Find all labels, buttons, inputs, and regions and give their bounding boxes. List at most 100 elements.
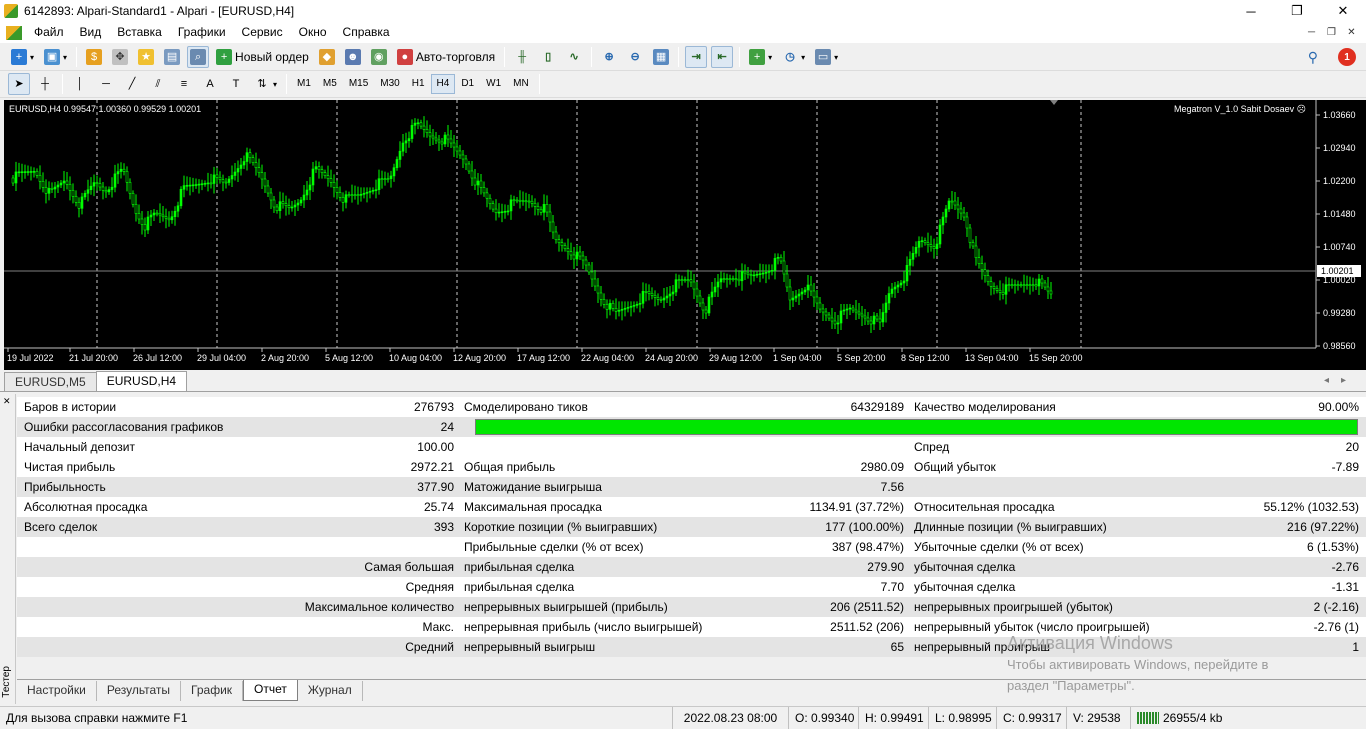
menu-window[interactable]: Окно	[291, 22, 335, 43]
candle-body	[917, 241, 921, 248]
notification-badge[interactable]: 1	[1338, 48, 1356, 66]
tab-graph[interactable]: График	[181, 681, 244, 701]
label-tool[interactable]: T	[225, 73, 247, 95]
close-button[interactable]: ✕	[1320, 0, 1366, 22]
navigator-button[interactable]: ★	[135, 46, 157, 68]
mdi-restore-icon[interactable]: ❐	[1323, 24, 1340, 40]
tab-scroll-arrows[interactable]: ◂▸	[1324, 375, 1358, 386]
editor-icon: ◆	[318, 49, 335, 65]
candle-body	[608, 303, 612, 310]
signals-icon: ◉	[370, 49, 387, 65]
date-label: 13 Sep 04:00	[965, 353, 1019, 363]
candle-body	[797, 293, 801, 297]
report-label: Баров в истории	[24, 400, 117, 414]
candles-button[interactable]: ▯	[537, 46, 559, 68]
autoscroll-button[interactable]: ⇥	[685, 46, 708, 68]
report-row: Прибыльные сделки (% от всех) 387 (98.47%…	[17, 537, 1366, 557]
date-label: 22 Aug 04:00	[581, 353, 634, 363]
candlestick-chart[interactable]: 1.036601.029401.022001.014801.007401.000…	[4, 100, 1366, 370]
candle-body	[62, 180, 66, 184]
tf-mn[interactable]: MN	[507, 74, 535, 94]
tf-w1[interactable]: W1	[480, 74, 507, 94]
templates-button[interactable]: ▭ ▾	[812, 46, 841, 68]
minimize-button[interactable]: ─	[1228, 0, 1274, 22]
tab-journal[interactable]: Журнал	[298, 681, 363, 701]
candle-body	[248, 152, 252, 158]
periods-button[interactable]: ◷ ▾	[779, 46, 808, 68]
chart-shift-button[interactable]: ⇤	[711, 46, 734, 68]
horizontal-line-tool[interactable]: ─	[95, 73, 117, 95]
candle-body	[584, 259, 588, 266]
market-watch-button[interactable]: $	[83, 46, 105, 68]
signals-button[interactable]: ◉	[368, 46, 390, 68]
tab-settings[interactable]: Настройки	[17, 681, 97, 701]
candle-body	[668, 293, 672, 297]
price-label: 1.02940	[1323, 143, 1356, 153]
tester-tabs: Настройки Результаты График Отчет Журнал	[17, 679, 1366, 701]
zoom-in-button[interactable]: ⊕	[598, 46, 620, 68]
maximize-button[interactable]: ❐	[1274, 0, 1320, 22]
terminal-button[interactable]: ▤	[161, 46, 183, 68]
zoom-out-button[interactable]: ⊖	[624, 46, 646, 68]
menu-view[interactable]: Вид	[72, 22, 110, 43]
tf-d1[interactable]: D1	[455, 74, 480, 94]
data-window-button[interactable]: ✥	[109, 46, 131, 68]
close-panel-icon[interactable]: ✕	[3, 396, 11, 407]
search-icon[interactable]: ⚲	[1308, 49, 1318, 66]
candle-body	[887, 293, 891, 304]
new-chart-button[interactable]: + ▾	[8, 46, 37, 68]
fibonacci-tool[interactable]: ≡	[173, 73, 195, 95]
menu-help[interactable]: Справка	[335, 22, 398, 43]
candle-body	[719, 278, 723, 283]
profiles-button[interactable]: ▣ ▾	[41, 46, 70, 68]
indicators-icon: +	[749, 49, 766, 65]
candle-body	[605, 304, 609, 310]
tf-m30[interactable]: M30	[374, 74, 405, 94]
text-tool[interactable]: A	[199, 73, 221, 95]
autotrading-button[interactable]: ● Авто-торговля	[394, 46, 498, 68]
mdi-close-icon[interactable]: ✕	[1343, 24, 1360, 40]
candle-body	[50, 188, 54, 190]
tab-results[interactable]: Результаты	[97, 681, 182, 701]
tf-h4[interactable]: H4	[430, 74, 456, 94]
tf-m15[interactable]: M15	[343, 74, 374, 94]
metaeditor-button[interactable]: ◆	[316, 46, 338, 68]
line-chart-button[interactable]: ∿	[563, 46, 585, 68]
mdi-minimize-icon[interactable]: ─	[1303, 24, 1320, 40]
menu-file[interactable]: Файл	[26, 22, 72, 43]
candle-body	[308, 184, 312, 191]
tab-report[interactable]: Отчет	[243, 680, 298, 701]
tf-m1[interactable]: M1	[291, 74, 317, 94]
price-chart[interactable]: 1.03660 1.02940 1.02200 1.01480 1.00740 1.000…	[4, 100, 1366, 370]
candle-body	[23, 171, 27, 173]
candle-body	[899, 282, 903, 286]
vertical-line-tool[interactable]: │	[69, 73, 91, 95]
candle-body	[974, 245, 978, 258]
arrows-tool[interactable]: ⇅ ▾	[251, 73, 280, 95]
tf-m5[interactable]: M5	[317, 74, 343, 94]
menu-tools[interactable]: Сервис	[234, 22, 291, 43]
community-button[interactable]: ☻	[342, 46, 364, 68]
report-value: 2 (-2.16)	[1313, 600, 1359, 614]
candle-body	[284, 203, 288, 206]
candle-body	[881, 312, 885, 323]
candle-body	[35, 171, 39, 176]
candle-body	[893, 286, 897, 290]
menu-insert[interactable]: Вставка	[109, 22, 170, 43]
trendline-tool[interactable]: ╱	[121, 73, 143, 95]
chart-tab-eurusd-h4[interactable]: EURUSD,H4	[95, 371, 188, 391]
candle-body	[626, 307, 630, 309]
chart-tab-eurusd-m5[interactable]: EURUSD,M5	[4, 372, 97, 391]
cursor-tool[interactable]: ➤	[8, 73, 30, 95]
tile-windows-button[interactable]: ▦	[650, 46, 672, 68]
bar-chart-button[interactable]: ╫	[511, 46, 533, 68]
new-order-button[interactable]: + Новый ордер	[213, 46, 312, 68]
strategy-tester-button[interactable]: ⌕	[187, 46, 210, 68]
tf-h1[interactable]: H1	[406, 74, 431, 94]
menu-charts[interactable]: Графики	[170, 22, 234, 43]
candle-body	[281, 201, 285, 204]
candle-body	[593, 278, 597, 287]
channel-tool[interactable]: ⫽	[147, 73, 169, 95]
crosshair-tool[interactable]: ┼	[34, 73, 56, 95]
indicators-button[interactable]: + ▾	[746, 46, 775, 68]
